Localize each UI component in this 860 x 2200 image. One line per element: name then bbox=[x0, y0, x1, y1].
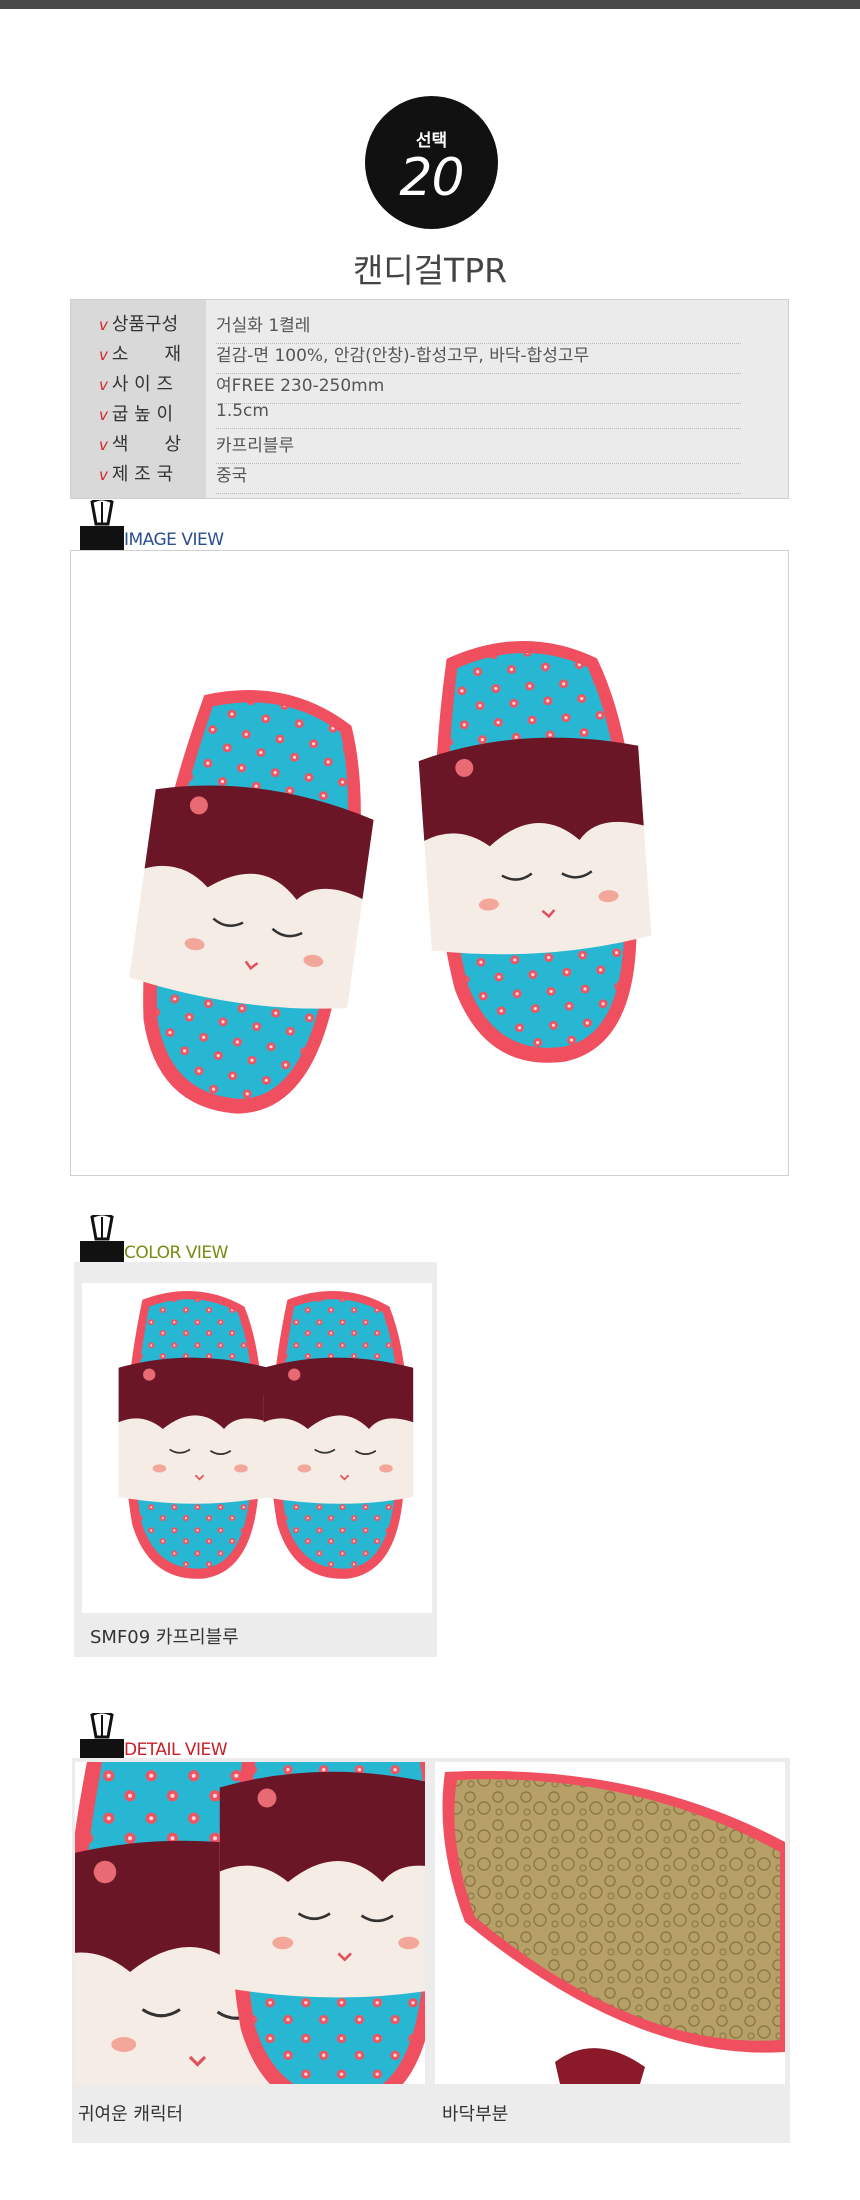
slipper-pair-image bbox=[111, 631, 662, 1129]
spec-row: v사 이 즈 여FREE 230-250mm bbox=[71, 366, 790, 404]
color-view-photo bbox=[82, 1283, 432, 1613]
spec-row: v제 조 국 중국 bbox=[71, 456, 790, 494]
color-view-label: COLOR VIEW bbox=[124, 1243, 228, 1263]
top-border bbox=[0, 0, 860, 9]
option-badge: 선택 20 bbox=[365, 96, 498, 229]
spec-key: 색 상 bbox=[111, 434, 182, 455]
spec-key: 사 이 즈 bbox=[111, 374, 174, 395]
image-view-panel bbox=[70, 550, 789, 1176]
image-view-label: IMAGE VIEW bbox=[124, 530, 224, 550]
color-caption: SMF09 카프리블루 bbox=[90, 1627, 239, 1648]
spec-value: 중국 bbox=[216, 461, 741, 494]
spec-row: v굽 높 이 1.5cm bbox=[71, 396, 790, 429]
check-icon: v bbox=[99, 316, 108, 334]
badge-number: 20 bbox=[399, 148, 464, 208]
detail-photo-character bbox=[75, 1762, 425, 2084]
check-icon: v bbox=[99, 376, 108, 394]
detail-view-label: DETAIL VIEW bbox=[124, 1740, 228, 1760]
detail-caption-character: 귀여운 캐릭터 bbox=[78, 2104, 184, 2125]
check-icon: v bbox=[99, 406, 108, 424]
spec-value: 1.5cm bbox=[216, 401, 741, 429]
detail-photo-sole bbox=[435, 1762, 785, 2084]
spec-row: v 상품구성 거실화 1켤레 bbox=[71, 306, 790, 344]
spec-key: 소 재 bbox=[111, 344, 182, 365]
spec-key: 상품구성 bbox=[111, 314, 179, 335]
check-icon: v bbox=[99, 346, 108, 364]
spec-key: 굽 높 이 bbox=[111, 404, 174, 425]
spec-row: v소 재 겉감-면 100%, 안감(안창)-합성고무, 바닥-합성고무 bbox=[71, 336, 790, 374]
check-icon: v bbox=[99, 436, 108, 454]
detail-caption-sole: 바닥부분 bbox=[442, 2104, 509, 2125]
spec-key: 제 조 국 bbox=[111, 464, 174, 485]
spec-table: v 상품구성 거실화 1켤레 v소 재 겉감-면 100%, 안감(안창)-합성고… bbox=[70, 299, 789, 499]
spec-row: v색 상 카프리블루 bbox=[71, 426, 790, 464]
check-icon: v bbox=[99, 466, 108, 484]
product-title: 캔디걸TPR bbox=[352, 251, 508, 290]
